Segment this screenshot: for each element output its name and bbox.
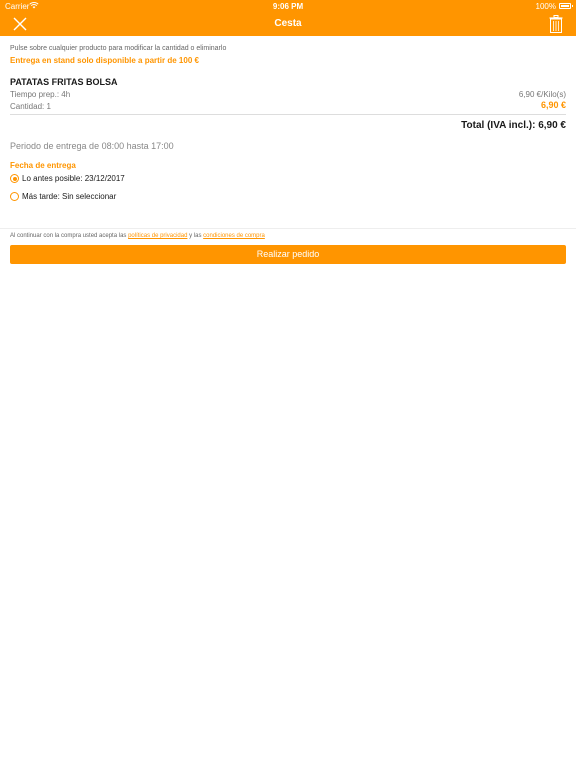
legal-middle: y las: [189, 233, 202, 239]
radio-selected-icon: [10, 174, 19, 183]
purchase-terms-link[interactable]: condiciones de compra: [203, 233, 265, 239]
navigation-bar: Cesta: [0, 12, 576, 36]
status-bar: Carrier 9:06 PM 100%: [0, 0, 576, 12]
product-price: 6,90 €: [540, 100, 566, 110]
stand-notice: Entrega en stand solo disponible a parti…: [10, 56, 199, 65]
product-name: PATATAS FRITAS BOLSA: [10, 77, 118, 87]
prep-time: Tiempo prep.: 4h: [10, 90, 71, 99]
legal-notice: Al continuar con la compra usted acepta …: [10, 233, 265, 239]
order-total: Total (IVA incl.): 6,90 €: [461, 120, 566, 131]
delivery-date-heading: Fecha de entrega: [10, 161, 76, 170]
place-order-button[interactable]: Realizar pedido: [10, 245, 566, 264]
section-divider: [0, 228, 576, 229]
product-quantity: Cantidad: 1: [10, 102, 51, 111]
battery-percent: 100%: [535, 2, 556, 11]
privacy-policy-link[interactable]: políticas de privacidad: [128, 233, 187, 239]
trash-icon[interactable]: [549, 15, 563, 33]
edit-hint: Pulse sobre cualquier producto para modi…: [10, 45, 227, 52]
delivery-period: Periodo de entrega de 08:00 hasta 17:00: [10, 141, 174, 151]
radio-unselected-icon: [10, 192, 19, 201]
top-bar: Carrier 9:06 PM 100% Cesta: [0, 0, 576, 36]
unit-price: 6,90 €/Kilo(s): [518, 90, 566, 99]
delivery-option-label: Más tarde: Sin seleccionar: [22, 192, 117, 201]
legal-prefix: Al continuar con la compra usted acepta …: [10, 233, 127, 239]
page-title: Cesta: [274, 18, 302, 29]
status-time: 9:06 PM: [272, 2, 304, 11]
battery-icon: [559, 3, 573, 9]
cart-item[interactable]: PATATAS FRITAS BOLSA Tiempo prep.: 4h Ca…: [10, 75, 566, 115]
delivery-option-label: Lo antes posible: 23/12/2017: [22, 174, 125, 183]
